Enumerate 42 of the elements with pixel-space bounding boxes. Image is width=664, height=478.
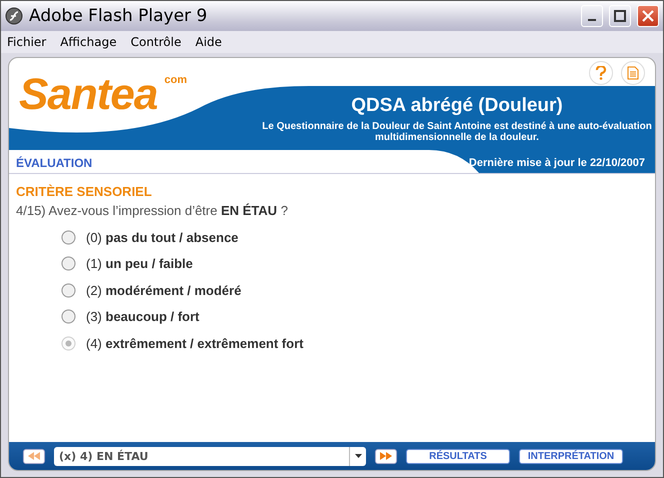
radio-button[interactable] bbox=[61, 256, 76, 272]
flash-icon bbox=[5, 7, 23, 25]
option-label[interactable]: (2) modérément / modéré bbox=[86, 282, 242, 298]
option-label[interactable]: (3) beaucoup / fort bbox=[86, 309, 200, 324]
previous-button[interactable] bbox=[23, 448, 45, 464]
option-label[interactable]: (0) pas du tout / absence bbox=[86, 230, 238, 245]
maximize-icon bbox=[614, 10, 626, 22]
option-label[interactable]: (1) un peu / faible bbox=[86, 256, 193, 272]
menu-item[interactable]: Contrôle bbox=[130, 35, 182, 49]
radio-button[interactable] bbox=[61, 282, 76, 298]
menu-item[interactable]: Aide bbox=[195, 35, 222, 49]
question-mark-icon bbox=[595, 66, 607, 80]
radio-button[interactable] bbox=[61, 336, 76, 351]
menu-item[interactable]: Fichier bbox=[7, 35, 46, 49]
rewind-icon bbox=[28, 452, 40, 460]
question-dropdown[interactable]: (x) 4) EN ÉTAU bbox=[54, 446, 366, 466]
caret-icon bbox=[354, 454, 362, 458]
question-text: 4/15) Avez-vous l’impression d’être EN ÉTAU ? bbox=[16, 203, 289, 218]
update-date: Dernière mise à jour le 22/10/2007 bbox=[468, 156, 646, 168]
window-title: Adobe Flash Player 9 bbox=[29, 6, 208, 26]
category-title: CRITÈRE SENSORIEL bbox=[16, 184, 153, 199]
radio-button[interactable] bbox=[61, 309, 76, 324]
footer-button[interactable]: INTERPRÉTATION bbox=[519, 448, 623, 464]
logo-suffix: com bbox=[164, 74, 187, 86]
minimize-button[interactable] bbox=[581, 5, 603, 27]
fast-forward-icon bbox=[380, 452, 392, 460]
menu-item[interactable]: Affichage bbox=[60, 35, 117, 49]
page-title: QDSA abrégé (Douleur) bbox=[351, 95, 563, 117]
help-button[interactable] bbox=[589, 61, 613, 85]
next-button[interactable] bbox=[375, 448, 397, 464]
document-icon bbox=[627, 66, 639, 80]
radio-button[interactable] bbox=[61, 230, 76, 245]
footer-button[interactable]: RÉSULTATS bbox=[406, 448, 510, 464]
section-title: ÉVALUATION bbox=[15, 156, 94, 170]
logo-text: Santea bbox=[19, 70, 158, 120]
close-icon bbox=[642, 10, 654, 22]
document-button[interactable] bbox=[621, 61, 645, 85]
option-label[interactable]: (4) extrêmement / extrêmement fort bbox=[86, 336, 304, 351]
close-button[interactable] bbox=[637, 5, 659, 27]
page-description: Le Questionnaire de la Douleur de Saint Antoine est destiné à une auto-évaluation multidimensionnelle de la douleur. bbox=[261, 121, 653, 143]
minimize-icon bbox=[588, 19, 596, 21]
maximize-button[interactable] bbox=[609, 5, 631, 27]
